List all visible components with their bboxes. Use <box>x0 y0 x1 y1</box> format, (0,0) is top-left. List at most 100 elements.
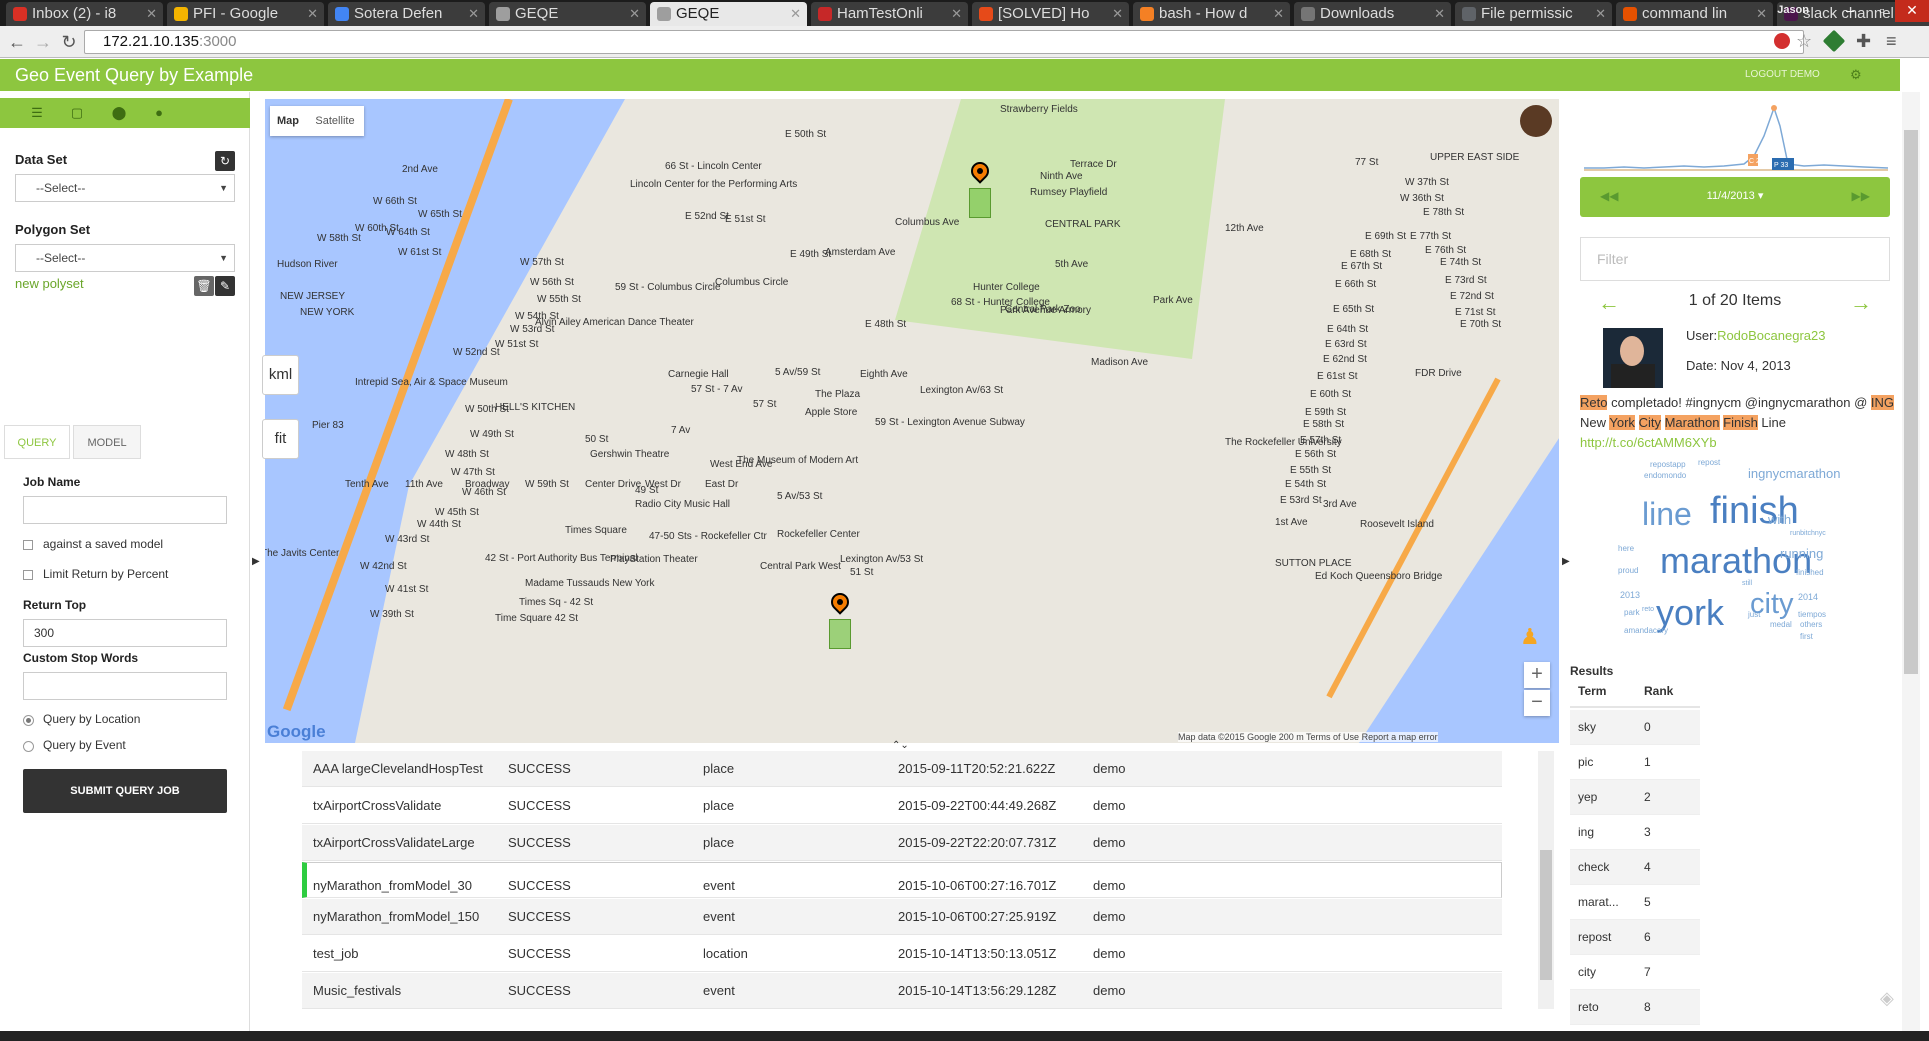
table-row[interactable]: ing 3 <box>1570 815 1700 850</box>
polygon-area[interactable] <box>969 188 991 218</box>
word-cloud-term[interactable]: others <box>1800 620 1822 629</box>
word-cloud-term[interactable]: running <box>1780 546 1823 561</box>
square-icon[interactable]: ▢ <box>68 104 86 122</box>
browser-user[interactable]: Jason <box>1777 4 1809 16</box>
table-row[interactable]: nyMarathon_fromModel_30 SUCCESS event 2015-… <box>302 862 1502 898</box>
browser-tab[interactable]: GEQE ✕ <box>489 2 646 26</box>
bookmark-star-icon[interactable]: ☆ <box>1796 31 1816 51</box>
table-row[interactable]: test_job SUCCESS location 2015-10-14T13:50:… <box>302 936 1502 972</box>
browser-tab[interactable]: command lin ✕ <box>1616 2 1773 26</box>
word-cloud-term[interactable]: still <box>1742 580 1752 587</box>
tweet-link[interactable]: http://t.co/6ctAMM6XYb <box>1580 435 1717 450</box>
close-tab-icon[interactable]: ✕ <box>1434 2 1445 26</box>
extension-icon[interactable] <box>1822 29 1846 53</box>
filter-input[interactable]: Filter <box>1580 237 1890 281</box>
close-tab-icon[interactable]: ✕ <box>951 2 962 26</box>
query-by-event-radio[interactable] <box>23 741 34 752</box>
new-polyset-link[interactable]: new polyset <box>15 276 84 291</box>
table-row[interactable]: marat... 5 <box>1570 885 1700 920</box>
custom-stop-words-input[interactable] <box>23 672 227 700</box>
collapse-left-icon[interactable]: ▶ <box>252 556 260 567</box>
table-row[interactable]: nyMarathon_fromModel_150 SUCCESS event 2015… <box>302 899 1502 935</box>
word-cloud-term[interactable]: repostapp <box>1650 460 1686 469</box>
jobs-scrollbar-thumb[interactable] <box>1540 850 1552 980</box>
word-cloud-term[interactable]: with <box>1768 512 1791 527</box>
browser-tab[interactable]: [SOLVED] Ho ✕ <box>972 2 1129 26</box>
table-row[interactable]: check 4 <box>1570 850 1700 885</box>
table-row[interactable]: sky 0 <box>1570 710 1700 745</box>
dot-icon[interactable]: ● <box>150 104 168 122</box>
refresh-icon[interactable]: ↻ <box>215 151 235 171</box>
next-item-arrow-icon[interactable]: → <box>1850 290 1872 316</box>
job-name-input[interactable] <box>23 496 227 524</box>
return-top-input[interactable]: 300 <box>23 619 227 647</box>
trash-icon[interactable]: 🗑 <box>194 276 214 296</box>
table-row[interactable]: repost 6 <box>1570 920 1700 955</box>
word-cloud-term[interactable]: here <box>1618 544 1634 553</box>
kml-button[interactable]: kml <box>262 355 299 395</box>
word-cloud-term[interactable]: endomondo <box>1644 471 1686 480</box>
close-tab-icon[interactable]: ✕ <box>1112 2 1123 26</box>
resize-handle-icon[interactable]: ◈ <box>1880 988 1902 1010</box>
word-cloud-term[interactable]: reto <box>1642 606 1654 613</box>
edit-pencil-icon[interactable]: ✎ <box>215 276 235 296</box>
word-cloud-term[interactable]: repost <box>1698 458 1720 467</box>
table-row[interactable]: Music_festivals SUCCESS event 2015-10-14T13… <box>302 973 1502 1009</box>
close-tab-icon[interactable]: ✕ <box>1756 2 1767 26</box>
stop-extension-icon[interactable] <box>1774 33 1790 49</box>
street-view-pegman-icon[interactable]: ♟ <box>1520 624 1542 654</box>
word-cloud-term[interactable]: proud <box>1618 566 1638 575</box>
browser-tab[interactable]: GEQE ✕ <box>650 2 807 26</box>
polygon-area[interactable] <box>829 619 851 649</box>
table-row[interactable]: txAirportCrossValidateLarge SUCCESS place 2… <box>302 825 1502 861</box>
next-date-icon[interactable]: ▶▶ <box>1852 189 1870 203</box>
chevrons-icon[interactable]: ⌃⌄ <box>892 740 909 751</box>
word-cloud-term[interactable]: medal <box>1770 620 1792 629</box>
map-marker-icon[interactable]: ⬤ <box>110 104 128 122</box>
fit-button[interactable]: fit <box>262 419 299 459</box>
list-icon[interactable]: ☰ <box>28 104 46 122</box>
word-cloud-term[interactable]: 2013 <box>1620 590 1640 600</box>
close-tab-icon[interactable]: ✕ <box>629 2 640 26</box>
browser-tab[interactable]: PFI - Google ✕ <box>167 2 324 26</box>
browser-tab[interactable]: Sotera Defen ✕ <box>328 2 485 26</box>
current-date-dropdown[interactable]: 11/4/2013 ▾ <box>1580 189 1890 202</box>
submit-query-job-button[interactable]: SUBMIT QUERY JOB <box>23 769 227 813</box>
close-tab-icon[interactable]: ✕ <box>146 2 157 26</box>
close-tab-icon[interactable]: ✕ <box>307 2 318 26</box>
map-view[interactable]: Strawberry Fields Terrace Dr Rumsey Playfi… <box>265 99 1559 743</box>
menu-icon[interactable]: ≡ <box>1886 31 1906 51</box>
back-icon[interactable]: ← <box>6 32 28 54</box>
extension-puzzle-icon[interactable]: ✚ <box>1856 31 1876 51</box>
zoom-in-button[interactable]: + <box>1524 662 1550 688</box>
table-row[interactable]: txAirportCrossValidate SUCCESS place 2015-0… <box>302 788 1502 824</box>
close-tab-icon[interactable]: ✕ <box>790 2 801 26</box>
browser-tab[interactable]: HamTestOnli ✕ <box>811 2 968 26</box>
word-cloud-term[interactable]: tiempos <box>1798 610 1826 619</box>
table-row[interactable]: city 7 <box>1570 955 1700 990</box>
table-row[interactable]: AAA largeClevelandHospTest SUCCESS place 20… <box>302 751 1502 787</box>
word-cloud-term[interactable]: first <box>1800 632 1813 641</box>
address-bar[interactable]: 172.21.10.135:3000 <box>84 30 1804 54</box>
forward-icon[interactable]: → <box>32 32 54 54</box>
page-scrollbar-thumb[interactable] <box>1904 130 1918 674</box>
word-cloud-term[interactable]: ingnycmarathon <box>1748 466 1841 481</box>
close-tab-icon[interactable]: ✕ <box>1273 2 1284 26</box>
word-cloud-term[interactable]: finished <box>1796 568 1824 577</box>
table-row[interactable]: reto 8 <box>1570 990 1700 1025</box>
event-timeline[interactable]: C 2 P 33 <box>1584 96 1888 176</box>
user-profile-icon[interactable] <box>1520 105 1552 137</box>
logout-button[interactable]: LOGOUT DEMO <box>1745 69 1820 80</box>
word-cloud-term[interactable]: amandacary <box>1624 626 1668 635</box>
map-marker-pin[interactable] <box>827 589 853 619</box>
settings-gear-icon[interactable]: ⚙ <box>1850 67 1862 83</box>
tab-query[interactable]: QUERY <box>4 425 70 459</box>
browser-tab[interactable]: Downloads ✕ <box>1294 2 1451 26</box>
map-type-map-button[interactable]: Map <box>270 106 306 136</box>
minimize-icon[interactable]: – <box>1833 0 1867 22</box>
table-row[interactable]: pic 1 <box>1570 745 1700 780</box>
browser-tab[interactable]: Inbox (2) - i8 ✕ <box>6 2 163 26</box>
map-marker-pin[interactable] <box>967 158 993 188</box>
zoom-out-button[interactable]: − <box>1524 690 1550 716</box>
reload-icon[interactable]: ↻ <box>58 32 80 54</box>
